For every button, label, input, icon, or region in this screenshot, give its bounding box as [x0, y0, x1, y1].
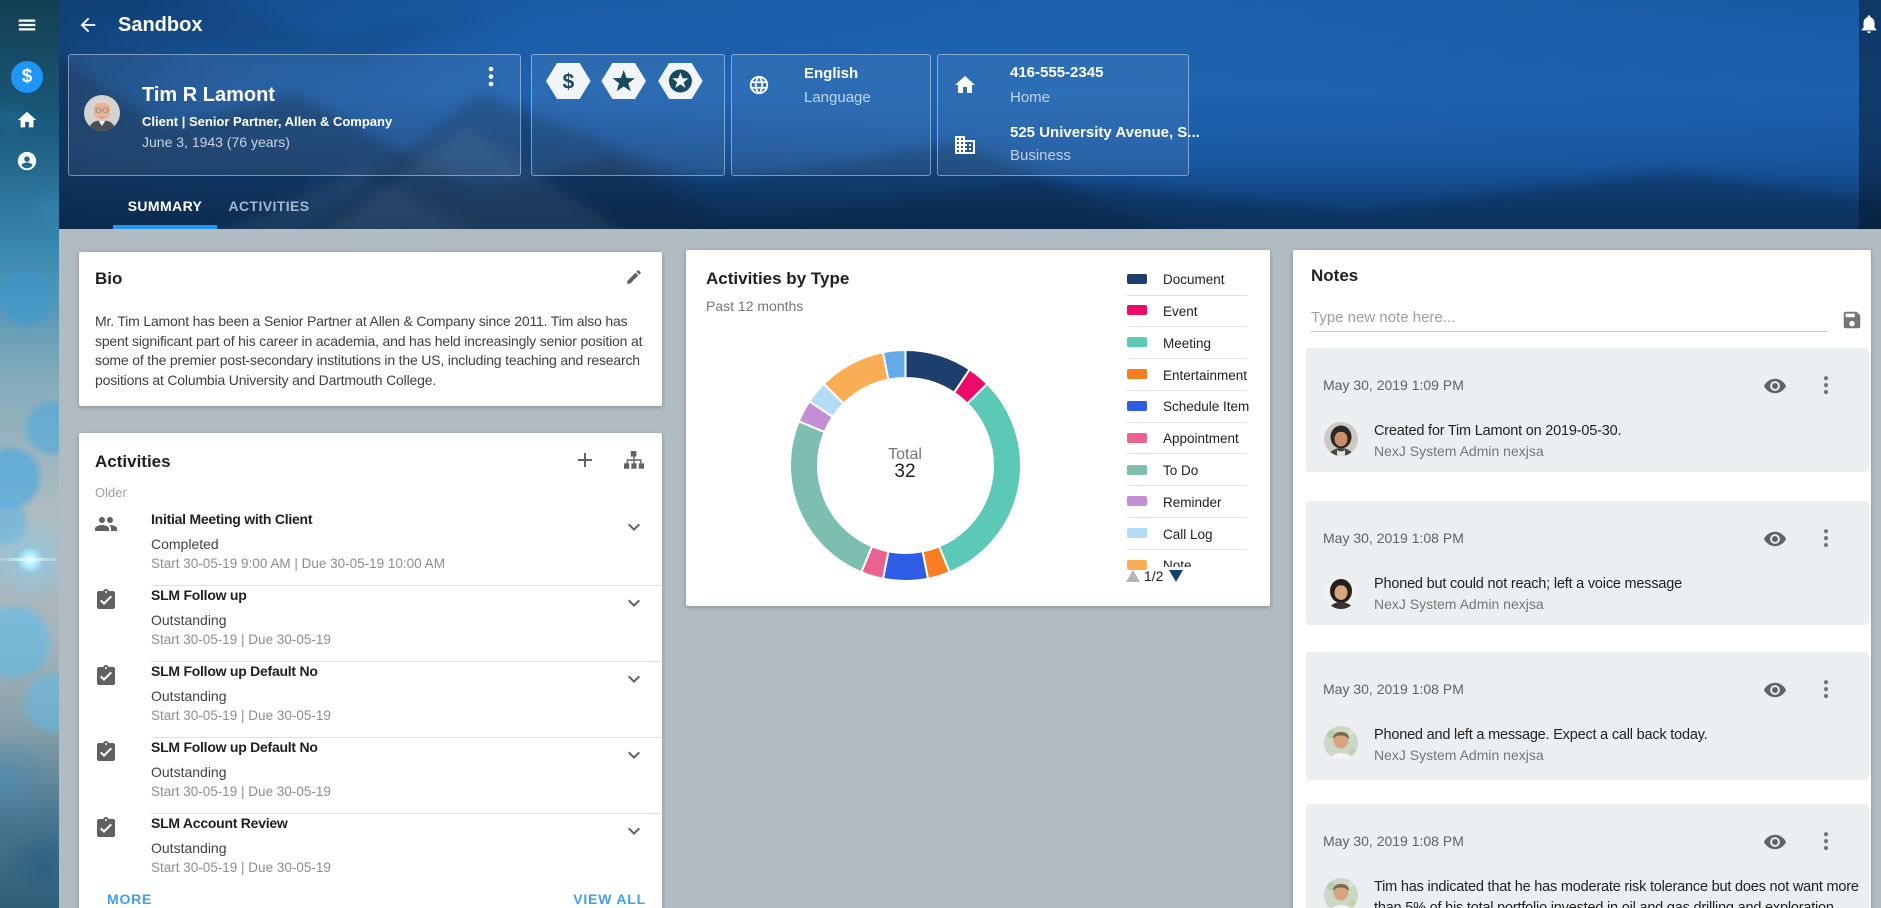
svg-text:$: $ [562, 71, 574, 94]
